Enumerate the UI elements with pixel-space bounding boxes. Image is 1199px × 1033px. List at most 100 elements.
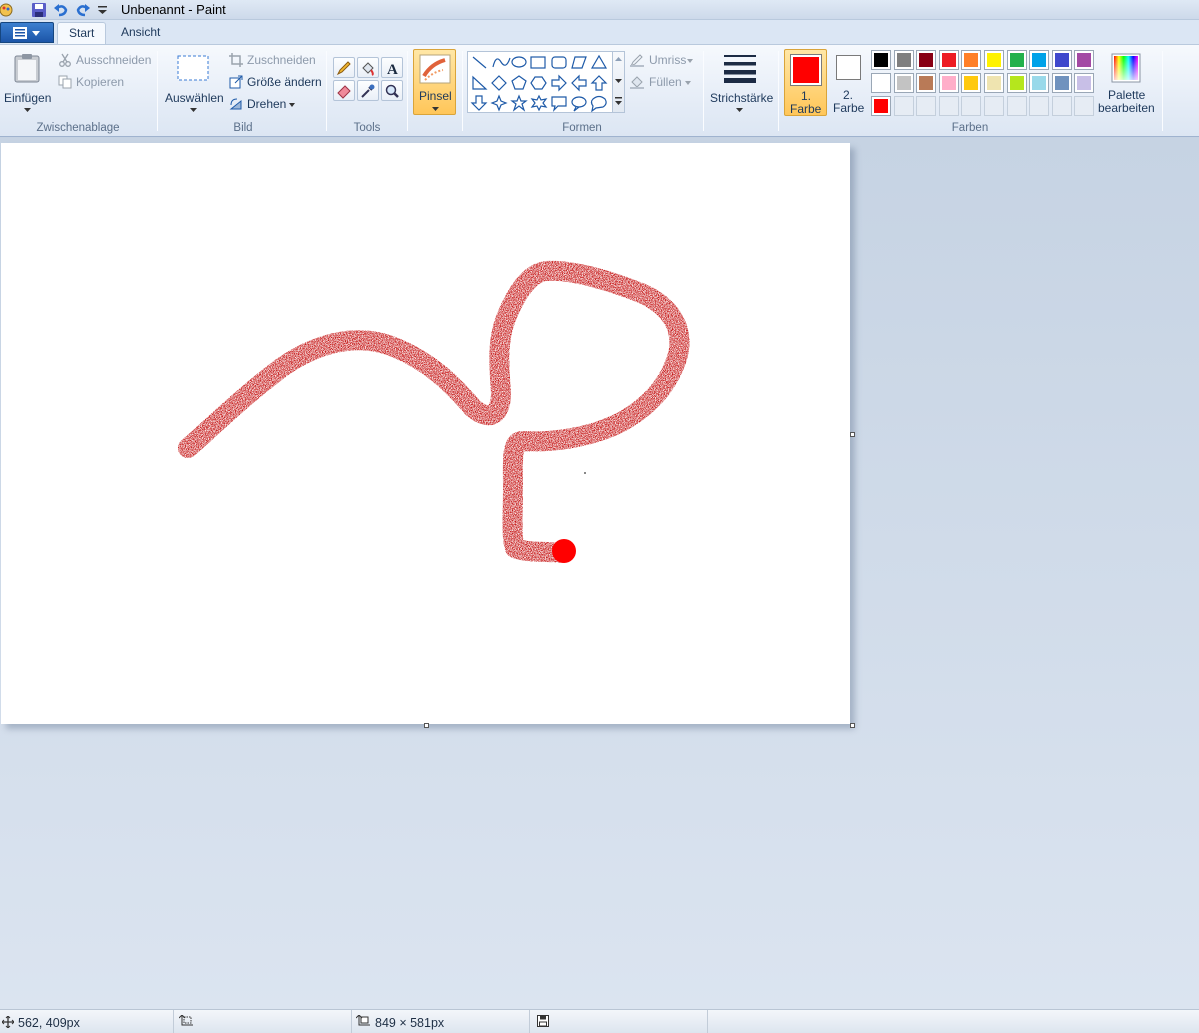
palette-color-swatch[interactable] (1074, 50, 1095, 70)
chevron-down-icon (685, 81, 691, 85)
palette-color-swatch[interactable] (871, 73, 891, 93)
save-icon[interactable] (31, 2, 47, 18)
tab-start[interactable]: Start (57, 22, 107, 44)
palette-color-swatch[interactable] (984, 73, 1004, 93)
copy-label: Kopieren (76, 75, 125, 89)
cursor-position-text: 562, 409px (18, 1016, 80, 1030)
stroke-size-button[interactable]: Strichstärke (708, 49, 774, 115)
status-selection-size (174, 1010, 352, 1033)
ribbon-tab-strip: Start Ansicht (0, 20, 1199, 44)
palette-custom-slot[interactable] (916, 96, 937, 116)
stray-pixel (584, 472, 586, 474)
palette-color-swatch[interactable] (1051, 50, 1072, 70)
customize-quick-access-icon[interactable] (95, 2, 111, 18)
fill-tool[interactable] (357, 57, 379, 78)
title-bar: Unbenannt - Paint (0, 0, 1199, 20)
palette-color-swatch[interactable] (938, 50, 959, 70)
palette-custom-slot[interactable] (938, 96, 959, 116)
ribbon-separator (407, 51, 408, 131)
palette-custom-slot[interactable] (961, 96, 982, 116)
palette-color-swatch[interactable] (984, 50, 1004, 70)
palette-custom-slot[interactable] (1074, 96, 1095, 116)
chevron-down-icon (687, 59, 693, 63)
palette-custom-slot[interactable] (1051, 96, 1072, 116)
palette-color-swatch[interactable] (893, 50, 914, 70)
rotate-button[interactable]: Drehen (229, 96, 321, 114)
palette-custom-slot[interactable] (1029, 96, 1050, 116)
resize-handle-right[interactable] (850, 432, 855, 437)
select-button[interactable]: Auswählen (162, 49, 224, 115)
palette-color-swatch[interactable] (1029, 50, 1050, 70)
resize-button[interactable]: Größe ändern (229, 74, 322, 92)
color2-button[interactable]: 2. Farbe (830, 49, 866, 116)
color-picker-tool[interactable] (357, 80, 379, 101)
status-file-size (530, 1010, 708, 1033)
text-tool[interactable]: A (381, 57, 403, 78)
palette-color-swatch[interactable] (1029, 73, 1050, 93)
color1-label-num: 1. (801, 89, 812, 103)
selection-size-icon (179, 1015, 193, 1026)
shapes-gallery-icons (470, 54, 608, 113)
pencil-icon (336, 61, 351, 76)
pencil-tool[interactable] (333, 57, 355, 78)
ribbon-separator (703, 51, 704, 131)
palette-color-swatch[interactable] (871, 50, 891, 70)
status-canvas-size: 849 × 581px (352, 1010, 530, 1033)
brush-icon (419, 54, 451, 84)
redo-icon[interactable] (75, 2, 91, 18)
color1-button[interactable]: 1. Farbe (784, 49, 827, 116)
palette-color-swatch[interactable] (916, 73, 937, 93)
palette-color-swatch[interactable] (1006, 50, 1027, 70)
color2-swatch (836, 55, 861, 80)
color2-label: Farbe (833, 101, 865, 115)
palette-color-swatch[interactable] (938, 73, 959, 93)
group-label-colors: Farben (951, 122, 989, 134)
outline-pencil-icon (630, 54, 644, 67)
crop-icon (229, 53, 243, 67)
selection-rectangle-icon (177, 55, 209, 81)
palette-color-swatch[interactable] (871, 96, 891, 116)
color1-swatch (790, 54, 822, 86)
outline-button[interactable]: Umriss (630, 52, 700, 70)
palette-color-swatch[interactable] (916, 50, 937, 70)
palette-color-swatch[interactable] (961, 73, 982, 93)
edit-colors-button[interactable]: Palette bearbeiten (1097, 49, 1157, 116)
ribbon-separator (462, 51, 463, 131)
palette-custom-slot[interactable] (1006, 96, 1027, 116)
paint-menu-button[interactable] (0, 22, 54, 43)
shapes-gallery (467, 51, 613, 113)
eraser-tool[interactable] (333, 80, 355, 101)
brush-button[interactable]: Pinsel (413, 49, 456, 115)
paste-button[interactable]: Einfügen (2, 49, 52, 115)
resize-handle-bottom[interactable] (424, 723, 429, 728)
stroke-size-icon (724, 55, 756, 83)
fill-button[interactable]: Füllen (630, 74, 700, 92)
palette-custom-slot[interactable] (893, 96, 914, 116)
stroke-size-label: Strichstärke (710, 91, 774, 105)
palette-color-swatch[interactable] (893, 73, 914, 93)
palette-custom-slot[interactable] (984, 96, 1004, 116)
menu-document-icon (13, 27, 27, 39)
tab-ansicht[interactable]: Ansicht (110, 22, 171, 44)
palette-color-swatch[interactable] (1006, 73, 1027, 93)
text-icon: A (387, 62, 398, 76)
magnifier-icon (385, 84, 399, 98)
drawing-canvas[interactable] (1, 143, 850, 724)
cursor-position-icon (2, 1016, 14, 1028)
undo-icon[interactable] (53, 2, 69, 18)
crop-button[interactable]: Zuschneiden (229, 52, 321, 70)
copy-button[interactable]: Kopieren (58, 74, 152, 92)
palette-color-swatch[interactable] (1051, 73, 1072, 93)
resize-handle-corner[interactable] (850, 723, 855, 728)
paint-app-icon[interactable] (0, 2, 14, 18)
brush-label: Pinsel (419, 89, 452, 103)
chevron-down-icon (32, 31, 40, 36)
palette-color-swatch[interactable] (961, 50, 982, 70)
crop-label: Zuschneiden (247, 53, 316, 67)
palette-color-swatch[interactable] (1074, 73, 1095, 93)
rotate-icon (229, 98, 242, 110)
shapes-scroll[interactable] (612, 51, 625, 113)
status-bar: 562, 409px 849 × 581px (0, 1009, 1199, 1033)
cut-button[interactable]: Ausschneiden (58, 52, 152, 70)
magnifier-tool[interactable] (381, 80, 403, 101)
